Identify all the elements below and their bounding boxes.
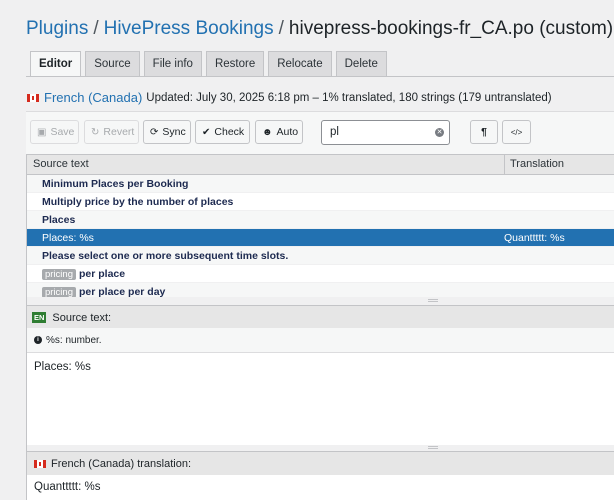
grid-header: Source text Translation [26,154,614,175]
sync-label: Sync [162,126,186,138]
robot-icon: ☻ [262,126,273,138]
save-button[interactable]: ▣ Save [30,120,79,144]
table-row[interactable]: Places [26,211,614,229]
tab-restore[interactable]: Restore [205,51,265,76]
strings-grid: Source text Translation Minimum Places p… [26,154,614,301]
row-source: Minimum Places per Booking [42,178,189,190]
en-badge: EN [32,312,47,323]
row-source: Multiply price by the number of places [42,196,234,208]
grid-body: Minimum Places per Booking Multiply pric… [26,175,614,301]
editor-border [26,154,27,500]
auto-button[interactable]: ☻ Auto [255,120,303,144]
search-input[interactable]: pl [321,120,450,145]
table-row[interactable]: Please select one or more subsequent tim… [26,247,614,265]
comment-text: %s: number. [46,334,102,346]
row-source-text: per place [79,268,126,280]
revert-button[interactable]: ↻ Revert [84,120,139,144]
source-text-view: Places: %s [26,353,614,445]
tab-delete[interactable]: Delete [335,51,387,76]
source-pane-header: EN Source text: [26,305,614,330]
locale-status: French (Canada) Updated: July 30, 2025 6… [27,90,552,105]
row-source: Please select one or more subsequent tim… [42,250,289,262]
tab-divider [26,76,614,77]
translation-input[interactable]: Quanttttt: %s [26,475,614,500]
table-row[interactable]: Multiply price by the number of places [26,193,614,211]
tab-file-info[interactable]: File info [143,51,202,76]
row-source: Places [42,214,76,226]
tab-editor[interactable]: Editor [30,51,82,77]
save-label: Save [50,126,75,138]
tab-relocate[interactable]: Relocate [268,51,332,76]
tab-source[interactable]: Source [85,51,140,76]
source-pane-label: Source text: [52,311,112,324]
breadcrumb-plugins-link[interactable]: Plugins [26,18,88,39]
locale-meta: Updated: July 30, 2025 6:18 pm – 1% tran… [146,91,552,104]
breadcrumb-separator: / [278,18,284,39]
check-label: Check [214,126,245,138]
revert-label: Revert [103,126,135,138]
breadcrumb-separator: / [93,18,99,39]
tab-bar: Editor Source File info Restore Relocate… [30,51,387,77]
canada-flag-icon [34,459,46,468]
row-source: pricing per place [42,268,125,280]
source-comment: i %s: number. [26,328,614,353]
breadcrumb-file: hivepress-bookings-fr_CA.po (custom) [288,18,614,39]
translation-text: Quanttttt: %s [34,481,101,493]
page-title: Plugins / HivePress Bookings / hivepress-boo… [26,18,613,40]
row-source: Places: %s [42,232,94,244]
invisibles-button[interactable]: ¶ [470,120,498,144]
locale-link[interactable]: French (Canada) [44,90,142,105]
column-translation[interactable]: Translation [510,158,564,170]
source-text: Places: %s [34,361,91,373]
clear-icon[interactable]: ✕ [435,128,444,137]
check-icon: ✔ [202,126,211,138]
column-divider [504,155,505,174]
sync-button[interactable]: ⟳ Sync [143,120,191,144]
auto-label: Auto [276,126,299,138]
revert-icon: ↻ [91,126,100,138]
table-row-selected[interactable]: Places: %s Quanttttt: %s [26,229,614,247]
table-row[interactable]: pricing per place [26,265,614,283]
canada-flag-icon [27,93,39,102]
sync-icon: ⟳ [150,126,159,138]
row-translation: Quanttttt: %s [504,232,565,244]
table-row[interactable]: Minimum Places per Booking [26,175,614,193]
code-view-button[interactable]: </> [502,120,531,144]
translation-pane-header: French (Canada) translation: [26,451,614,476]
context-tag: pricing [42,269,76,280]
info-icon: i [34,336,42,344]
breadcrumb-plugin-link[interactable]: HivePress Bookings [104,18,274,39]
splitter-grip-icon [428,299,438,302]
column-source[interactable]: Source text [33,158,89,170]
splitter-grip-icon [428,446,438,449]
check-button[interactable]: ✔ Check [195,120,250,144]
save-icon: ▣ [37,126,47,138]
translation-pane-label: French (Canada) translation: [51,457,192,470]
